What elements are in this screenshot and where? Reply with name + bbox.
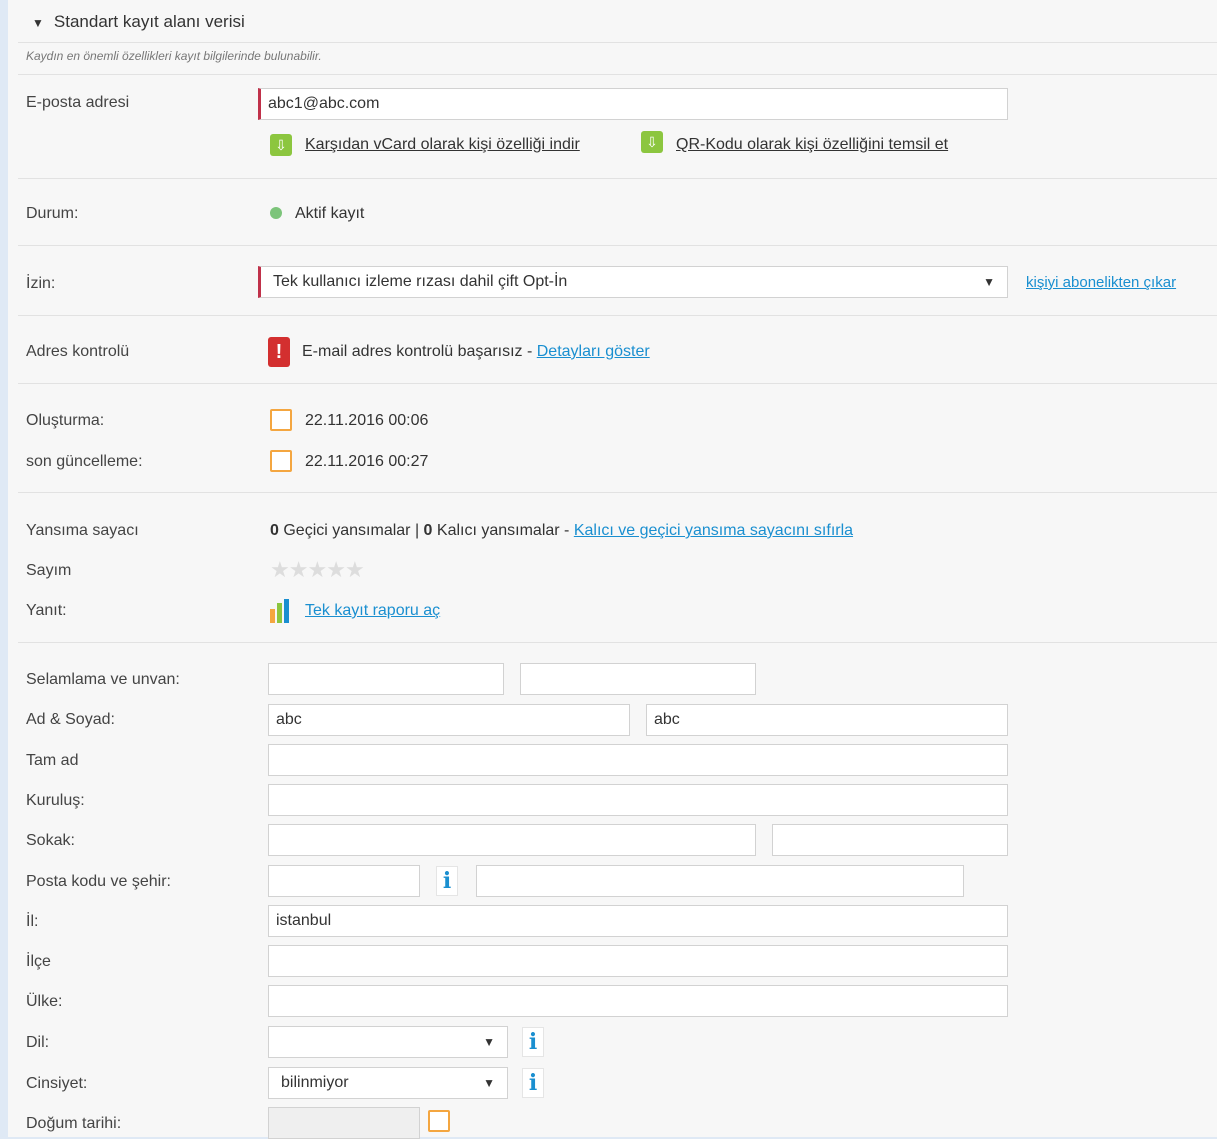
- calendar-icon[interactable]: [428, 1110, 450, 1132]
- chevron-down-icon: ▼: [983, 275, 995, 289]
- street-number-input[interactable]: [772, 824, 1008, 856]
- rating-stars: ★★★★★: [270, 557, 365, 583]
- permission-selected: Tek kullanıcı izleme rızası dahil çift O…: [273, 273, 568, 290]
- gender-label: Cinsiyet:: [26, 1075, 88, 1092]
- language-select[interactable]: ▼: [268, 1026, 508, 1058]
- province-label: İl:: [26, 913, 39, 930]
- bounce-counter: 0 Geçici yansımalar | 0 Kalıcı yansımala…: [270, 522, 854, 539]
- salutation-input[interactable]: [268, 663, 504, 695]
- address-check-text: E-mail adres kontrolü başarısız - Detayl…: [302, 343, 650, 360]
- zip-input[interactable]: [268, 865, 420, 897]
- province-input[interactable]: istanbul: [268, 905, 1008, 937]
- calendar-icon: [270, 450, 292, 472]
- info-icon[interactable]: i: [436, 866, 458, 896]
- city-input[interactable]: [476, 865, 964, 897]
- birthday-label: Doğum tarihi:: [26, 1115, 122, 1132]
- salutation-label: Selamlama ve unvan:: [26, 671, 180, 688]
- status-dot-icon: [270, 207, 282, 219]
- country-input[interactable]: [268, 985, 1008, 1017]
- email-label: E-posta adresi: [26, 94, 130, 111]
- info-icon[interactable]: i: [522, 1068, 544, 1098]
- first-name-input[interactable]: abc: [268, 704, 630, 736]
- section-header[interactable]: ▼ Standart kayıt alanı verisi: [32, 12, 245, 32]
- district-label: İlçe: [26, 953, 51, 970]
- name-label: Ad & Soyad:: [26, 711, 115, 728]
- email-input[interactable]: abc1@abc.com: [258, 88, 1008, 120]
- star-icon: ★: [270, 557, 290, 582]
- created-value: 22.11.2016 00:06: [305, 412, 429, 429]
- divider: [18, 42, 1217, 43]
- collapse-triangle-icon[interactable]: ▼: [32, 16, 44, 30]
- section-subtitle: Kaydın en önemli özellikleri kayıt bilgi…: [26, 49, 322, 63]
- district-input[interactable]: [268, 945, 1008, 977]
- star-icon: ★: [326, 557, 346, 582]
- details-link[interactable]: Detayları göster: [537, 343, 650, 360]
- error-icon: !: [268, 337, 290, 367]
- organization-label: Kuruluş:: [26, 792, 85, 809]
- divider: [18, 178, 1217, 179]
- updated-label: son güncelleme:: [26, 453, 143, 470]
- unsubscribe-link[interactable]: kişiyi abonelikten çıkar: [1026, 274, 1176, 291]
- title-input[interactable]: [520, 663, 756, 695]
- download-icon[interactable]: ⇩: [641, 131, 663, 153]
- divider: [18, 74, 1217, 75]
- organization-input[interactable]: [268, 784, 1008, 816]
- response-label: Yanıt:: [26, 602, 67, 619]
- status-value: Aktif kayıt: [295, 205, 365, 222]
- calendar-icon: [270, 409, 292, 431]
- gender-selected: bilinmiyor: [281, 1074, 349, 1091]
- permission-label: İzin:: [26, 275, 56, 292]
- star-icon: ★: [307, 557, 327, 582]
- divider: [18, 383, 1217, 384]
- vcard-download-link[interactable]: Karşıdan vCard olarak kişi özelliği indi…: [305, 136, 580, 154]
- report-link[interactable]: Tek kayıt raporu aç: [305, 602, 440, 620]
- country-label: Ülke:: [26, 993, 63, 1010]
- bounce-label: Yansıma sayacı: [26, 522, 139, 539]
- street-label: Sokak:: [26, 832, 75, 849]
- section-title: Standart kayıt alanı verisi: [53, 12, 245, 31]
- zip-city-label: Posta kodu ve şehir:: [26, 873, 171, 890]
- chart-icon: [270, 599, 294, 623]
- star-icon: ★: [288, 557, 309, 582]
- reset-bounce-link[interactable]: Kalıcı ve geçici yansıma sayacını sıfırl…: [574, 522, 853, 539]
- birthday-input[interactable]: [268, 1107, 420, 1139]
- language-label: Dil:: [26, 1034, 50, 1051]
- chevron-down-icon: ▼: [483, 1076, 495, 1090]
- divider: [18, 315, 1217, 316]
- download-icon[interactable]: ⇩: [270, 134, 292, 156]
- address-check-label: Adres kontrolü: [26, 343, 130, 360]
- last-name-input[interactable]: abc: [646, 704, 1008, 736]
- gender-select[interactable]: bilinmiyor ▼: [268, 1067, 508, 1099]
- status-label: Durum:: [26, 205, 79, 222]
- divider: [18, 245, 1217, 246]
- qr-code-link[interactable]: QR-Kodu olarak kişi özelliğini temsil et: [676, 136, 948, 154]
- created-label: Oluşturma:: [26, 412, 105, 429]
- fullname-input[interactable]: [268, 744, 1008, 776]
- divider: [18, 492, 1217, 493]
- updated-value: 22.11.2016 00:27: [305, 453, 429, 470]
- rating-label: Sayım: [26, 562, 72, 579]
- street-input[interactable]: [268, 824, 756, 856]
- star-icon: ★: [344, 557, 365, 582]
- chevron-down-icon: ▼: [483, 1035, 495, 1049]
- info-icon[interactable]: i: [522, 1027, 544, 1057]
- fullname-label: Tam ad: [26, 752, 79, 769]
- record-panel: ▼ Standart kayıt alanı verisi Kaydın en ö…: [8, 0, 1217, 1139]
- divider: [18, 642, 1217, 643]
- permission-select[interactable]: Tek kullanıcı izleme rızası dahil çift O…: [258, 266, 1008, 298]
